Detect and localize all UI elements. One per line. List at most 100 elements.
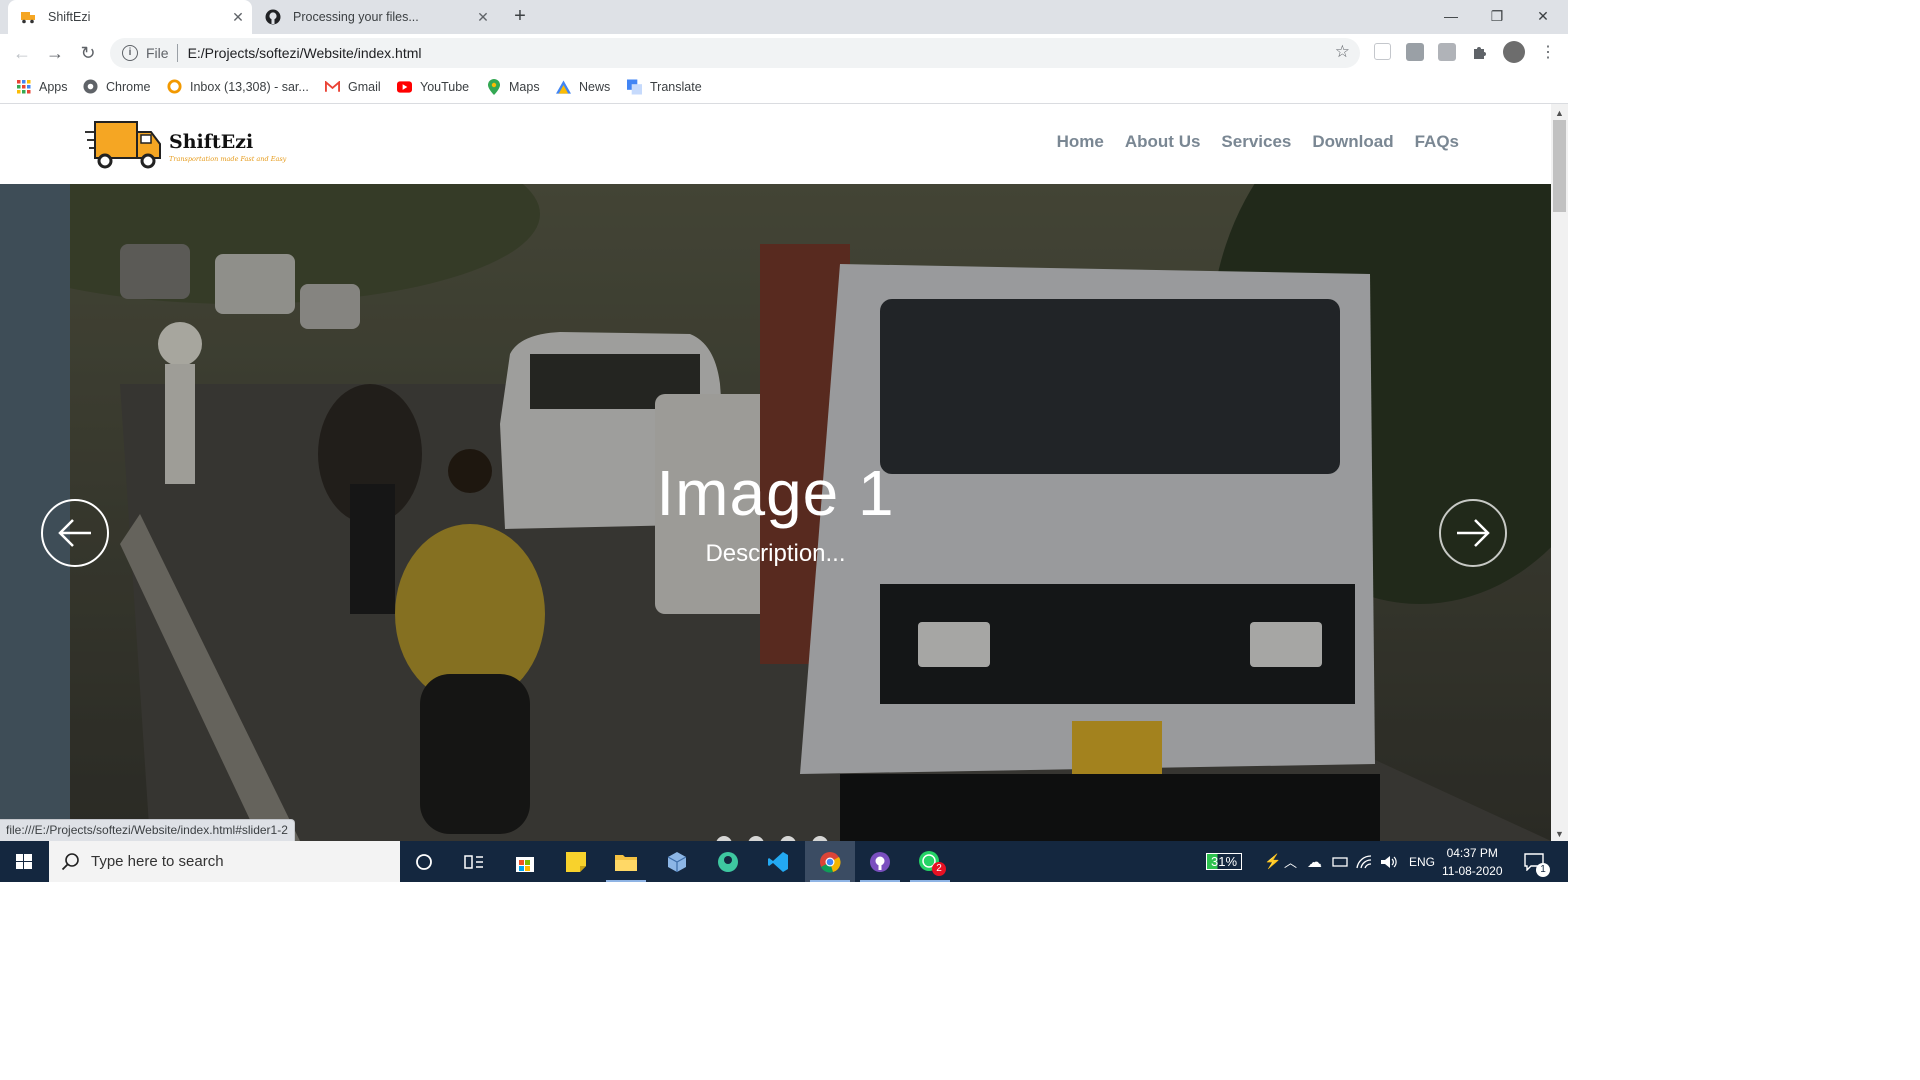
slider-prev-button[interactable] — [41, 499, 109, 567]
extension-pdf-icon[interactable] — [1406, 43, 1424, 61]
minimize-button[interactable]: — — [1428, 0, 1474, 32]
tab-title: Processing your files... — [293, 10, 419, 24]
bookmark-apps[interactable]: Apps — [16, 79, 68, 94]
whatsapp-badge: 2 — [932, 862, 946, 876]
3d-viewer-icon[interactable] — [652, 841, 702, 882]
scroll-down-arrow-icon[interactable]: ▼ — [1555, 829, 1564, 839]
bookmark-news[interactable]: News — [556, 79, 610, 94]
gitkraken-icon[interactable] — [703, 841, 753, 882]
microsoft-store-icon[interactable] — [500, 841, 550, 882]
url-text[interactable]: E:/Projects/softezi/Website/index.html — [188, 45, 422, 61]
hero-slider: Image 1 Description... — [0, 184, 1551, 841]
nav-home[interactable]: Home — [1057, 132, 1104, 152]
running-indicator — [860, 880, 900, 882]
bookmark-inbox[interactable]: Inbox (13,308) - sar... — [167, 79, 309, 94]
bookmark-chrome[interactable]: Chrome — [83, 79, 150, 94]
clock-date: 11-08-2020 — [1442, 863, 1503, 878]
back-button[interactable]: ← — [9, 40, 35, 66]
bookmark-maps[interactable]: Maps — [486, 78, 540, 95]
battery-indicator[interactable]: 31% — [1206, 841, 1243, 882]
tab-processing[interactable]: Processing your files... ✕ — [253, 0, 497, 34]
new-tab-button[interactable]: + — [508, 5, 532, 29]
gmail-icon — [325, 79, 340, 94]
info-icon[interactable]: i — [122, 45, 138, 61]
clock-time: 04:37 PM — [1446, 845, 1498, 860]
bookmark-translate[interactable]: Translate — [627, 79, 702, 94]
bookmark-label: Inbox (13,308) - sar... — [190, 79, 309, 94]
maps-icon — [486, 78, 501, 95]
omnibox-divider — [176, 44, 178, 62]
windows-taskbar: Type here to search 2 31% ⚡ ︿ ☁ ENG 04:3… — [0, 841, 1568, 882]
extensions-puzzle-icon[interactable] — [1471, 43, 1489, 61]
youtube-icon — [397, 79, 412, 94]
webpage: ShiftEzi Transportation made Fast and Ea… — [0, 104, 1551, 841]
delivery-truck-icon — [85, 121, 161, 169]
bookmark-label: Chrome — [106, 79, 151, 94]
show-hidden-icons-chevron-icon[interactable]: ︿ — [1284, 841, 1297, 882]
bookmark-label: Apps — [39, 79, 68, 94]
nav-services[interactable]: Services — [1221, 132, 1291, 152]
bookmarks-bar: Apps Chrome Inbox (13,308) - sar... Gmai… — [0, 72, 1568, 104]
file-explorer-icon[interactable] — [601, 841, 651, 882]
reload-button[interactable]: ↻ — [75, 40, 101, 66]
scroll-up-arrow-icon[interactable]: ▲ — [1555, 108, 1564, 118]
profile-avatar-icon[interactable] — [1503, 41, 1525, 63]
network-adapter-icon[interactable] — [1332, 841, 1348, 882]
wifi-icon[interactable] — [1356, 841, 1372, 882]
slide-description: Description... — [705, 540, 846, 567]
nav-faqs[interactable]: FAQs — [1415, 132, 1459, 152]
restore-button[interactable]: ❐ — [1474, 0, 1520, 32]
system-clock[interactable]: 04:37 PM 11-08-2020 — [1442, 841, 1503, 882]
nav-download[interactable]: Download — [1312, 132, 1393, 152]
menu-kebab-icon[interactable]: ⋮ — [1535, 40, 1561, 66]
volume-speaker-icon[interactable] — [1380, 841, 1398, 882]
bookmark-label: Translate — [650, 79, 702, 94]
nav-about-us[interactable]: About Us — [1125, 132, 1201, 152]
tab-strip: ShiftEzi ✕ Processing your files... ✕ + … — [0, 0, 1568, 34]
link-status-bubble: file:///E:/Projects/softezi/Website/inde… — [0, 819, 295, 842]
onedrive-cloud-icon[interactable]: ☁ — [1307, 841, 1322, 882]
bookmark-star-icon[interactable]: ☆ — [1335, 42, 1350, 62]
inbox-icon — [167, 79, 182, 94]
extension-reader-icon[interactable] — [1438, 43, 1456, 61]
task-view-icon[interactable] — [449, 841, 499, 882]
input-language[interactable]: ENG — [1409, 841, 1435, 882]
slider-next-button[interactable] — [1439, 499, 1507, 567]
running-indicator — [606, 880, 646, 882]
bookmark-youtube[interactable]: YouTube — [397, 79, 469, 94]
site-logo[interactable]: ShiftEzi Transportation made Fast and Ea… — [85, 118, 295, 170]
news-icon — [556, 79, 571, 94]
search-icon — [61, 852, 79, 870]
tab-close-icon[interactable]: ✕ — [228, 9, 248, 26]
address-bar[interactable]: i File E:/Projects/softezi/Website/index… — [110, 38, 1360, 68]
forward-button[interactable]: → — [42, 40, 68, 66]
bookmark-gmail[interactable]: Gmail — [325, 79, 381, 94]
sticky-notes-icon[interactable] — [551, 841, 601, 882]
close-window-button[interactable]: ✕ — [1520, 0, 1566, 32]
vscode-icon[interactable] — [753, 841, 803, 882]
arrow-right-icon — [1457, 519, 1490, 547]
apps-grid-icon — [16, 79, 31, 94]
running-indicator — [910, 880, 950, 882]
whatsapp-icon[interactable]: 2 — [905, 841, 955, 882]
tab-shiftezi[interactable]: ShiftEzi ✕ — [8, 0, 252, 34]
page-scrollbar[interactable]: ▲ ▼ — [1551, 104, 1568, 841]
main-menu: Home About Us Services Download FAQs — [1057, 132, 1459, 152]
search-placeholder: Type here to search — [91, 853, 224, 870]
slide-title: Image 1 — [656, 457, 895, 529]
taskbar-search-box[interactable]: Type here to search — [49, 841, 400, 882]
start-button[interactable] — [0, 841, 48, 882]
notifications-badge: 1 — [1536, 863, 1550, 877]
arrow-left-icon — [58, 519, 91, 547]
scrollbar-thumb[interactable] — [1553, 120, 1566, 212]
brand-tagline: Transportation made Fast and Easy — [169, 155, 287, 163]
tab-close-icon[interactable]: ✕ — [473, 9, 493, 26]
chrome-taskbar-icon[interactable] — [805, 841, 855, 882]
brand-name: ShiftEzi — [169, 131, 254, 153]
cortana-icon[interactable] — [399, 841, 449, 882]
action-center-button[interactable]: 1 — [1524, 841, 1550, 882]
github-desktop-icon[interactable] — [855, 841, 905, 882]
extension-pocket-icon[interactable] — [1374, 43, 1391, 60]
tab-title: ShiftEzi — [48, 10, 91, 24]
bookmark-label: YouTube — [420, 79, 470, 94]
